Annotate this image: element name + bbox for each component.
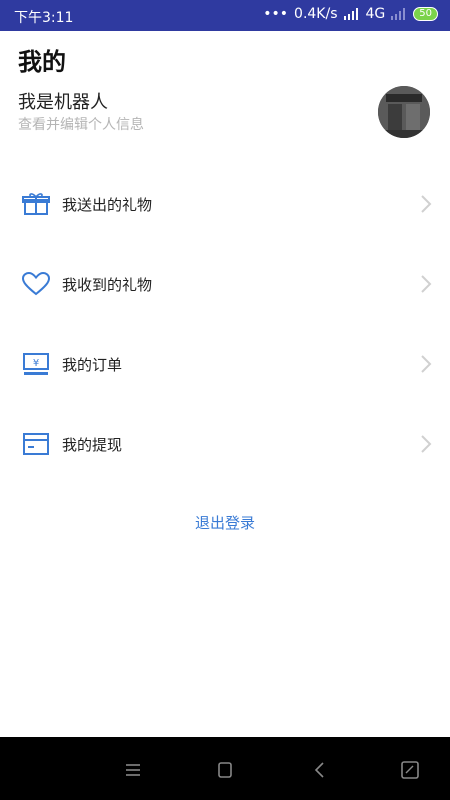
home-icon[interactable] — [215, 761, 235, 779]
order-icon: ¥ — [23, 353, 49, 375]
status-indicators: ••• 0.4K/s 4G 50 — [263, 6, 438, 22]
menu-item-my-orders[interactable]: ¥ 我的订单 — [0, 334, 450, 394]
heart-icon — [22, 272, 50, 296]
status-time: 下午3:11 — [14, 10, 74, 26]
fullscreen-icon[interactable] — [400, 761, 420, 779]
menu-item-label: 我收到的礼物 — [62, 276, 153, 294]
status-bar: 下午3:11 ••• 0.4K/s 4G 50 — [0, 0, 450, 31]
menu-item-label: 我的订单 — [62, 356, 123, 374]
chevron-right-icon — [421, 355, 432, 373]
menu-item-label: 我送出的礼物 — [62, 196, 153, 214]
menu-item-withdrawals[interactable]: 我的提现 — [0, 414, 450, 474]
menu-icon[interactable] — [123, 761, 143, 779]
gift-icon — [22, 193, 50, 215]
chevron-right-icon — [421, 435, 432, 453]
system-nav-bar — [0, 737, 450, 800]
svg-text:¥: ¥ — [33, 358, 39, 369]
page-title: 我的 — [18, 48, 66, 76]
avatar[interactable] — [378, 86, 430, 138]
logout-button[interactable]: 退出登录 — [0, 512, 450, 533]
menu-item-label: 我的提现 — [62, 436, 123, 454]
menu-item-sent-gifts[interactable]: 我送出的礼物 — [0, 174, 450, 234]
profile-name[interactable]: 我是机器人 — [18, 88, 108, 114]
withdraw-icon — [23, 433, 49, 455]
battery-icon: 50 — [413, 7, 438, 21]
back-icon[interactable] — [310, 761, 330, 779]
signal-dots-icon: ••• — [263, 6, 289, 22]
chevron-right-icon — [421, 275, 432, 293]
signal-icon — [343, 8, 358, 20]
network-type: 4G — [365, 6, 386, 22]
profile-edit-hint[interactable]: 查看并编辑个人信息 — [18, 114, 144, 134]
signal-secondary-icon — [391, 8, 406, 20]
chevron-right-icon — [421, 195, 432, 213]
network-speed: 0.4K/s — [294, 6, 338, 22]
avatar-image — [378, 86, 430, 138]
menu-item-received-gifts[interactable]: 我收到的礼物 — [0, 254, 450, 314]
